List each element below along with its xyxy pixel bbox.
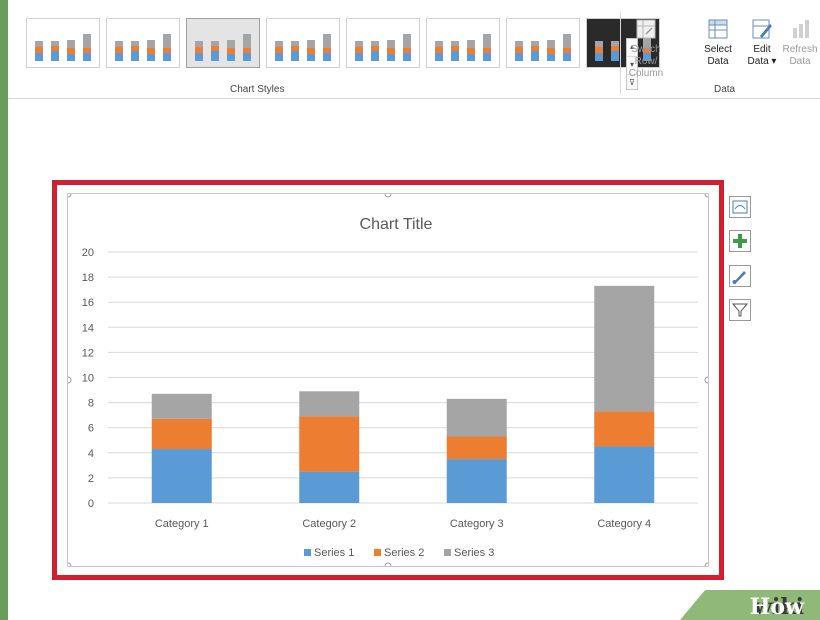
chart-style-preview	[435, 34, 491, 61]
bar-segment-series-2[interactable]	[446, 436, 507, 460]
y-tick-label: 14	[82, 322, 94, 334]
bar-segment-series-2[interactable]	[594, 411, 655, 447]
y-tick-label: 18	[82, 272, 94, 284]
chart-styles-group-label: Chart Styles	[230, 84, 285, 95]
chart-layout-button[interactable]	[729, 196, 751, 218]
edit-data-icon	[752, 19, 772, 39]
x-tick-label: Category 3	[450, 518, 504, 530]
select-data-button[interactable]: Select Data	[698, 18, 738, 88]
bar-segment-series-1[interactable]	[446, 459, 507, 503]
y-tick-label: 10	[82, 373, 94, 385]
chart-styles-button[interactable]	[729, 265, 751, 287]
bar-segment-series-3[interactable]	[151, 393, 212, 419]
refresh-data-button[interactable]: Refresh Data	[780, 18, 820, 88]
x-tick-label: Category 4	[597, 518, 651, 530]
chart-plot-frame: Chart Title 0 2 4 6 8 10 12 14 16 18 20 Category 1…	[64, 190, 712, 570]
legend-swatch	[444, 549, 451, 556]
ribbon: ▴ ▾ ⊽ Chart Styles Switch Row/Column Sel…	[8, 0, 820, 99]
chart-elements-button[interactable]	[729, 230, 751, 252]
wikihow-watermark: wiki How	[680, 590, 820, 620]
resize-handle[interactable]	[64, 190, 72, 198]
chart-style-preview	[515, 34, 571, 61]
chart-style-preview	[115, 34, 171, 61]
data-group-label: Data	[714, 84, 736, 95]
switch-row-column-icon	[636, 19, 656, 39]
bar-segment-series-3[interactable]	[299, 391, 360, 417]
bar-segment-series-2[interactable]	[151, 418, 212, 450]
chart-elements-icon	[732, 200, 748, 214]
legend-label[interactable]: Series 3	[454, 547, 494, 559]
chart-style-thumbnail[interactable]	[506, 18, 580, 68]
refresh-data-icon	[793, 20, 809, 38]
add-element-icon	[733, 234, 747, 248]
y-tick-label: 6	[88, 423, 94, 435]
bar-segment-series-3[interactable]	[446, 398, 507, 437]
resize-handle[interactable]	[384, 562, 392, 570]
chart-style-thumbnail[interactable]	[186, 18, 260, 68]
resize-handle[interactable]	[64, 376, 72, 384]
chart-styles-brush-icon	[732, 271, 746, 284]
chart-style-preview	[275, 34, 331, 61]
chart-style-preview	[35, 34, 91, 61]
bar-segment-series-3[interactable]	[594, 285, 655, 412]
stacked-bar-chart[interactable]: Chart Title 0 2 4 6 8 10 12 14 16 18 20 Category 1…	[64, 190, 712, 570]
bar-segment-series-1[interactable]	[299, 471, 360, 503]
y-tick-label: 8	[88, 398, 94, 410]
legend-label[interactable]: Series 1	[314, 547, 354, 559]
resize-handle[interactable]	[704, 562, 712, 570]
resize-handle[interactable]	[704, 376, 712, 384]
group-separator	[620, 12, 621, 94]
edit-data-button[interactable]: Edit Data ▾	[742, 18, 782, 88]
resize-handle[interactable]	[704, 190, 712, 198]
chart-styles-gallery: ▴ ▾ ⊽	[20, 18, 660, 90]
resize-handle[interactable]	[384, 190, 392, 198]
x-tick-label: Category 1	[155, 518, 209, 530]
window-frame	[0, 0, 8, 620]
chart-style-preview	[355, 34, 411, 61]
chart-filters-button[interactable]	[729, 299, 751, 321]
chart-filters-icon	[731, 303, 749, 317]
chart-style-thumbnail[interactable]	[26, 18, 100, 68]
y-tick-label: 4	[88, 448, 94, 460]
legend-swatch	[304, 549, 311, 556]
chart-style-thumbnail[interactable]	[346, 18, 420, 68]
y-tick-label: 2	[88, 473, 94, 485]
bar-segment-series-1[interactable]	[594, 446, 655, 503]
chart-style-preview	[195, 34, 251, 61]
chart-style-thumbnail[interactable]	[266, 18, 340, 68]
chart-style-thumbnail[interactable]	[106, 18, 180, 68]
switch-row-column-button[interactable]: Switch Row/Column	[626, 18, 666, 88]
bar-segment-series-2[interactable]	[299, 416, 360, 472]
chart-title[interactable]: Chart Title	[360, 216, 433, 233]
y-tick-label: 12	[82, 347, 94, 359]
chart-style-thumbnail[interactable]	[426, 18, 500, 68]
legend-swatch	[374, 549, 381, 556]
chart-area[interactable]: Chart Title 0 2 4 6 8 10 12 14 16 18 20 Category 1…	[52, 180, 724, 580]
y-tick-label: 20	[82, 247, 94, 259]
resize-handle[interactable]	[64, 562, 72, 570]
y-tick-label: 0	[88, 498, 94, 510]
y-tick-label: 16	[82, 297, 94, 309]
legend-label[interactable]: Series 2	[384, 547, 424, 559]
bar-segment-series-1[interactable]	[151, 449, 212, 503]
select-data-icon	[708, 19, 728, 39]
x-tick-label: Category 2	[302, 518, 356, 530]
